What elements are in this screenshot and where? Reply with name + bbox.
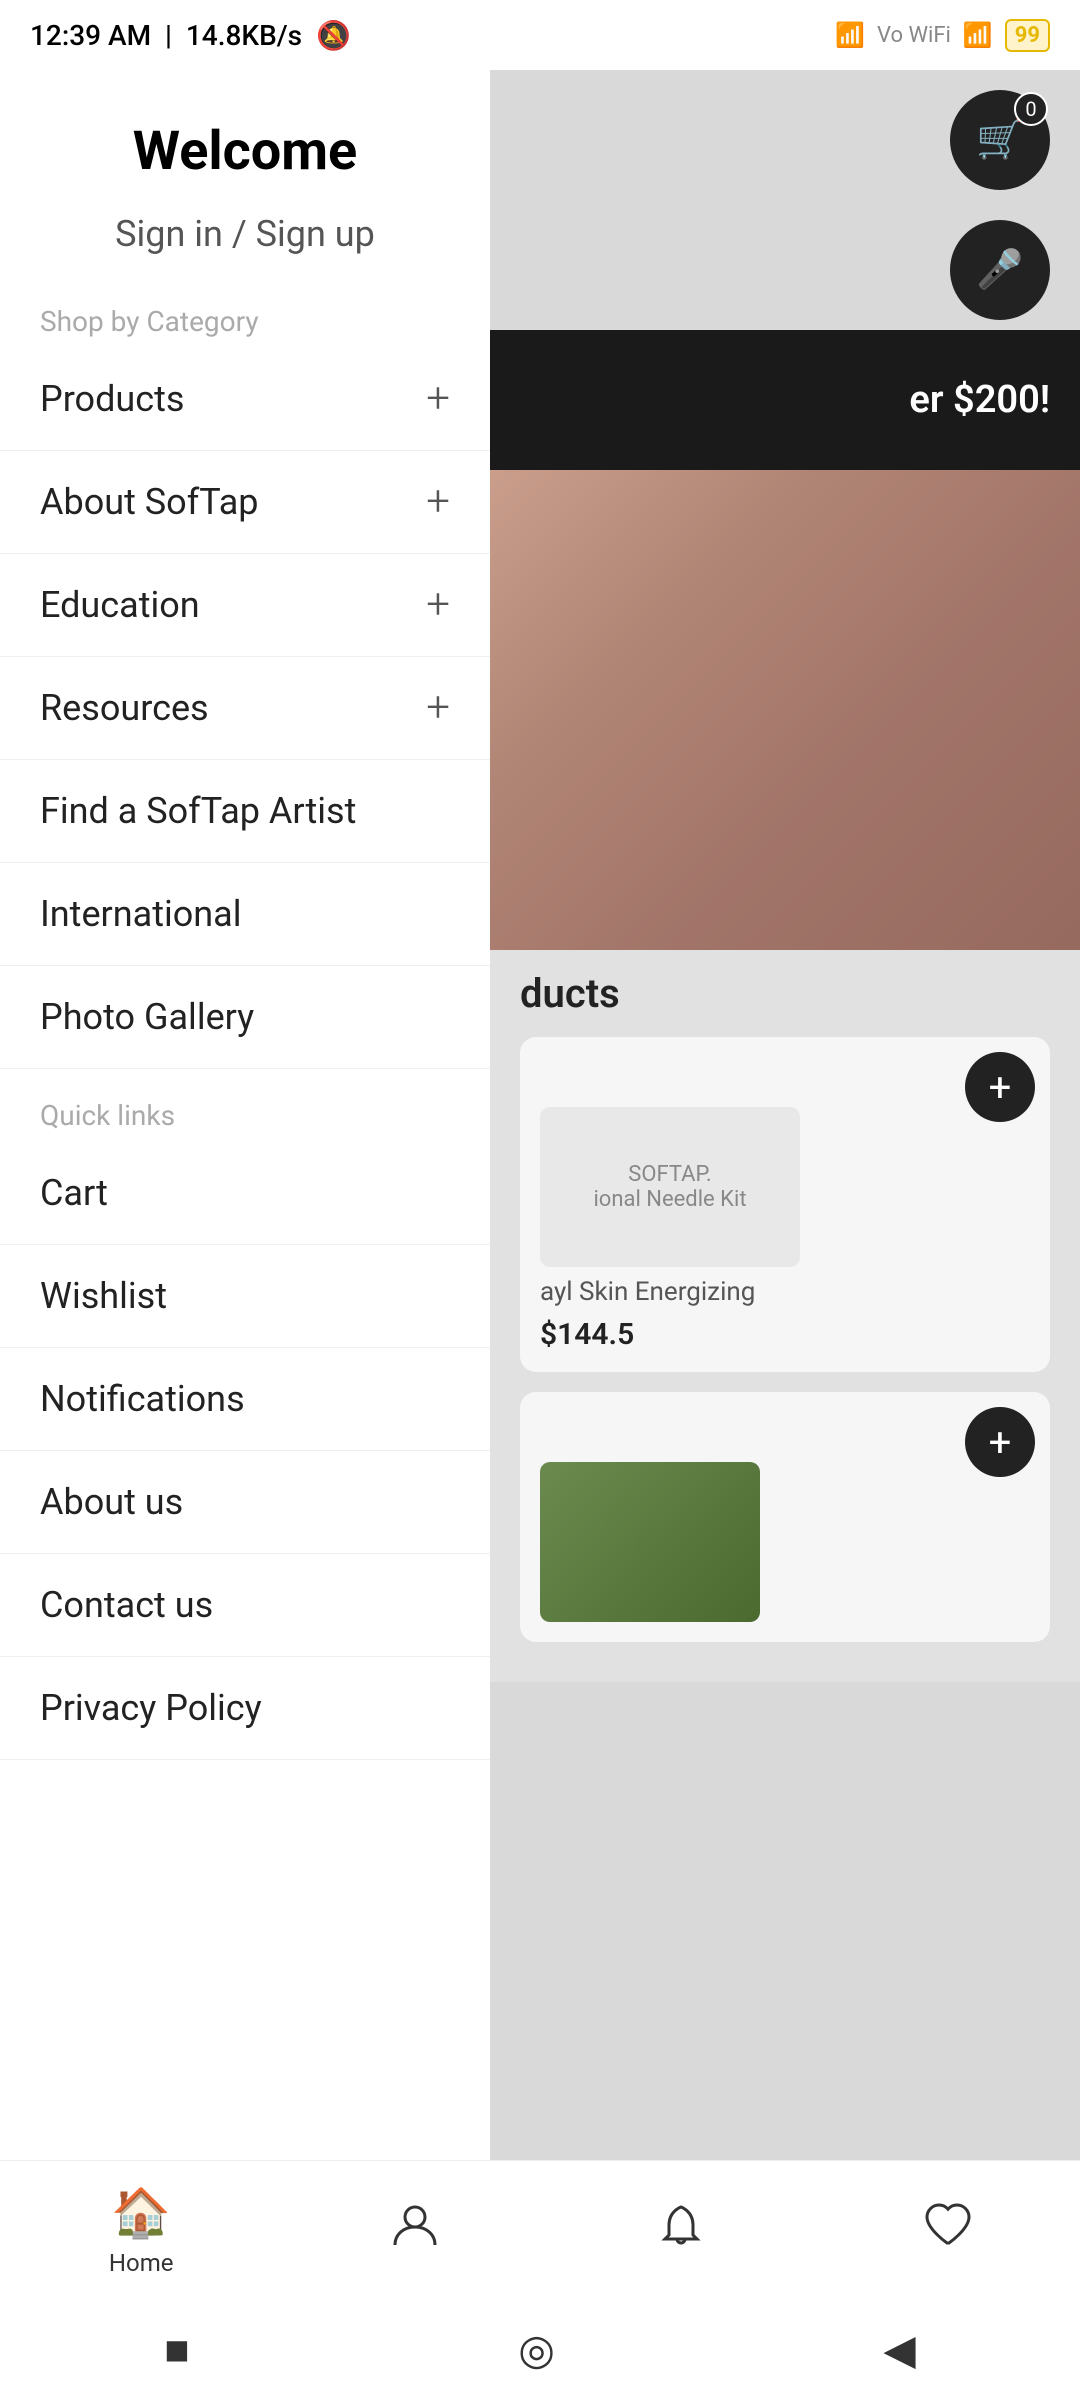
products-section: ducts + SOFTAP.ional Needle Kit ayl Skin… bbox=[490, 950, 1080, 1682]
status-icons: 📶 Vo WiFi 📶 99 bbox=[835, 19, 1050, 52]
product-card-1: + SOFTAP.ional Needle Kit ayl Skin Energ… bbox=[520, 1037, 1050, 1372]
menu-label-wishlist: Wishlist bbox=[40, 1275, 167, 1317]
product-image-text-1: SOFTAP.ional Needle Kit bbox=[593, 1162, 746, 1212]
vo-wifi-icon: Vo WiFi bbox=[877, 23, 951, 48]
menu-label-photo-gallery: Photo Gallery bbox=[40, 996, 254, 1038]
battery-icon: 99 bbox=[1005, 19, 1050, 52]
menu-item-privacy-policy[interactable]: Privacy Policy bbox=[0, 1657, 490, 1760]
android-home-button[interactable]: ◎ bbox=[518, 2325, 555, 2375]
menu-item-education[interactable]: Education + bbox=[0, 554, 490, 657]
wifi-icon: 📶 bbox=[963, 21, 993, 49]
plus-icon-about: + bbox=[426, 481, 450, 523]
drawer-title: Welcome bbox=[40, 120, 450, 183]
menu-item-about-softap[interactable]: About SofTap + bbox=[0, 451, 490, 554]
promo-banner: er $200! bbox=[490, 330, 1080, 470]
product-price-1: $144.5 bbox=[540, 1317, 1030, 1352]
cart-icon-button[interactable]: 🛒 0 bbox=[950, 90, 1050, 190]
menu-label-contact-us: Contact us bbox=[40, 1584, 213, 1626]
shop-by-category-label: Shop by Category bbox=[0, 275, 490, 348]
content-overlay: 🛒 0 🎤 er $200! ducts + SOFTAP.ional Need… bbox=[490, 70, 1080, 2400]
content-top-icons: 🛒 0 🎤 bbox=[490, 70, 1080, 340]
products-section-title: ducts bbox=[520, 970, 1050, 1017]
menu-label-about-softap: About SofTap bbox=[40, 481, 259, 523]
menu-item-photo-gallery[interactable]: Photo Gallery bbox=[0, 966, 490, 1069]
plus-icon-resources: + bbox=[426, 687, 450, 729]
menu-label-education: Education bbox=[40, 584, 200, 626]
menu-item-notifications[interactable]: Notifications bbox=[0, 1348, 490, 1451]
signal-icon: 📶 bbox=[835, 21, 865, 49]
menu-label-find-artist: Find a SofTap Artist bbox=[40, 790, 356, 832]
plus-icon-education: + bbox=[426, 584, 450, 626]
bottom-navigation: 🏠 Home bbox=[0, 2160, 1080, 2300]
menu-label-resources: Resources bbox=[40, 687, 209, 729]
drawer: Welcome Sign in / Sign up Shop by Catego… bbox=[0, 70, 490, 2400]
menu-label-privacy-policy: Privacy Policy bbox=[40, 1687, 262, 1729]
quick-links-label: Quick links bbox=[0, 1069, 490, 1142]
menu-label-notifications: Notifications bbox=[40, 1378, 245, 1420]
account-icon bbox=[391, 2201, 439, 2261]
promo-text: er $200! bbox=[909, 378, 1050, 422]
menu-label-about-us: About us bbox=[40, 1481, 183, 1523]
product-card-2: + bbox=[520, 1392, 1050, 1642]
menu-label-cart: Cart bbox=[40, 1172, 108, 1214]
menu-item-wishlist[interactable]: Wishlist bbox=[0, 1245, 490, 1348]
voice-search-button[interactable]: 🎤 bbox=[950, 220, 1050, 320]
status-time: 12:39 AM | 14.8KB/s 🔕 bbox=[30, 19, 351, 52]
product-add-button-2[interactable]: + bbox=[965, 1407, 1035, 1477]
android-recent-button[interactable]: ■ bbox=[164, 2326, 189, 2375]
product-image-2 bbox=[540, 1462, 760, 1622]
product-add-button-1[interactable]: + bbox=[965, 1052, 1035, 1122]
android-back-button[interactable]: ◀ bbox=[883, 2325, 915, 2375]
android-navigation: ■ ◎ ◀ bbox=[0, 2300, 1080, 2400]
menu-item-about-us[interactable]: About us bbox=[0, 1451, 490, 1554]
menu-item-resources[interactable]: Resources + bbox=[0, 657, 490, 760]
plus-icon-products: + bbox=[426, 378, 450, 420]
product-image-1: SOFTAP.ional Needle Kit bbox=[540, 1107, 800, 1267]
drawer-header: Welcome Sign in / Sign up bbox=[0, 70, 490, 275]
bell-icon bbox=[657, 2201, 705, 2261]
nav-item-home[interactable]: 🏠 Home bbox=[109, 2184, 174, 2277]
status-bar: 12:39 AM | 14.8KB/s 🔕 📶 Vo WiFi 📶 99 bbox=[0, 0, 1080, 70]
nav-label-home: Home bbox=[109, 2249, 174, 2277]
drawer-signin[interactable]: Sign in / Sign up bbox=[40, 213, 450, 255]
product-hero-image bbox=[490, 470, 1080, 950]
nav-item-notifications[interactable] bbox=[657, 2201, 705, 2261]
home-icon: 🏠 bbox=[111, 2184, 171, 2241]
nav-item-wishlist[interactable] bbox=[923, 2201, 971, 2261]
main-wrapper: Welcome Sign in / Sign up Shop by Catego… bbox=[0, 70, 1080, 2400]
cart-badge: 0 bbox=[1014, 92, 1048, 126]
menu-label-products: Products bbox=[40, 378, 184, 420]
menu-item-products[interactable]: Products + bbox=[0, 348, 490, 451]
product-description-1: ayl Skin Energizing bbox=[540, 1277, 1030, 1307]
menu-item-cart[interactable]: Cart bbox=[0, 1142, 490, 1245]
nav-item-account[interactable] bbox=[391, 2201, 439, 2261]
menu-item-contact-us[interactable]: Contact us bbox=[0, 1554, 490, 1657]
menu-item-find-artist[interactable]: Find a SofTap Artist bbox=[0, 760, 490, 863]
heart-icon bbox=[923, 2201, 971, 2261]
menu-item-international[interactable]: International bbox=[0, 863, 490, 966]
menu-label-international: International bbox=[40, 893, 241, 935]
